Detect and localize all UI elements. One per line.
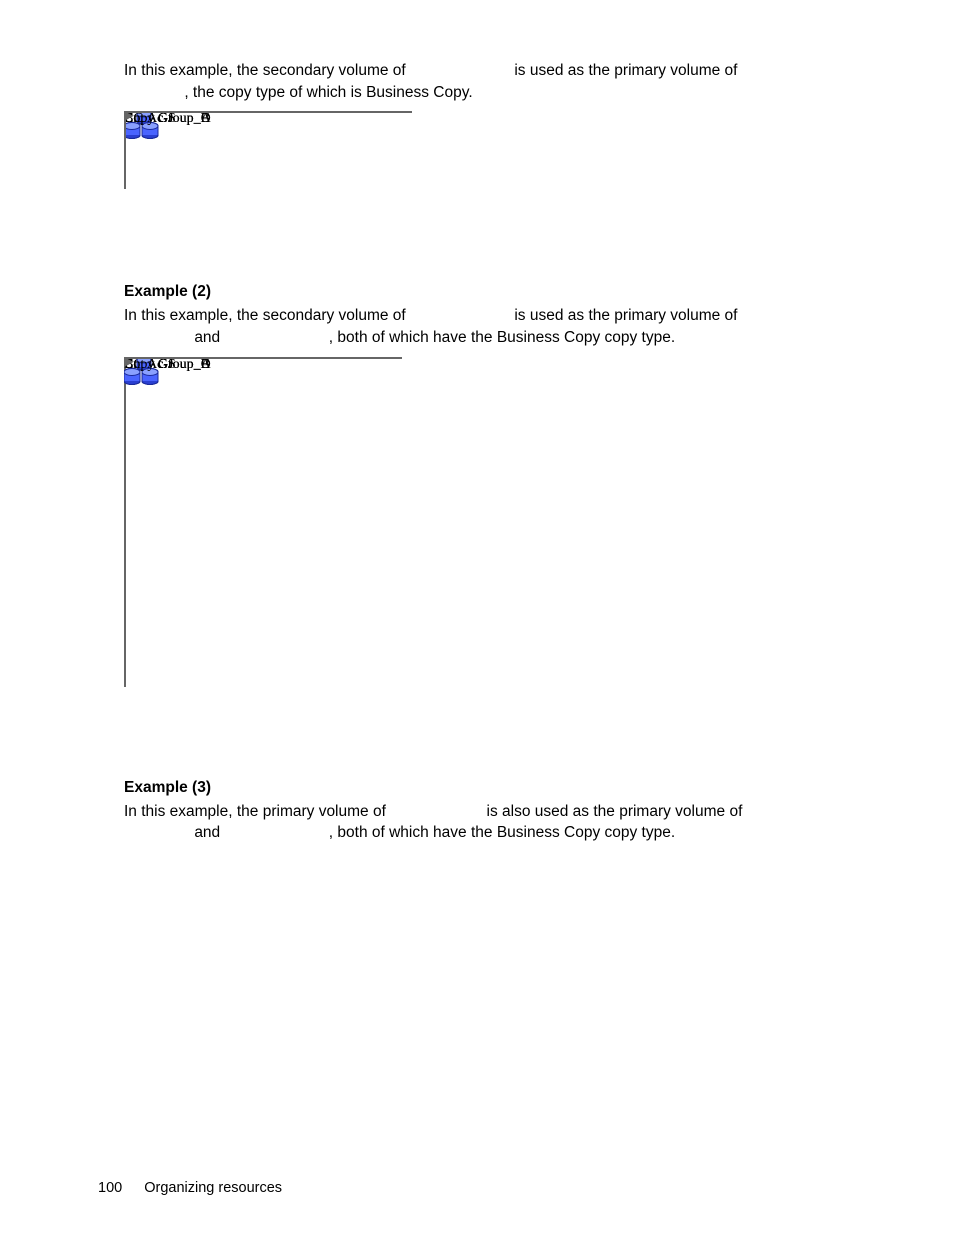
arrow-line: [124, 111, 240, 113]
ex3-text-1b: is also used as the primary volume of: [487, 803, 743, 820]
example-3-para: In this example, the primary volume of i…: [82, 801, 872, 844]
diagram-1: Copy Group_A Copy Group_B Cnt Ac-S Cnt A…: [124, 111, 654, 261]
ex2-text-1a: In this example, the secondary volume of: [124, 307, 410, 324]
connector-line: [124, 357, 126, 361]
ex2-text-1b: is used as the primary volume of: [514, 307, 737, 324]
example-3-heading: Example (3): [82, 779, 872, 797]
diagram-2: Copy Group_A Copy Group_D Cnt Ac-S BC Co…: [124, 357, 654, 757]
connector-line: [124, 111, 126, 189]
example-2-heading: Example (2): [82, 283, 872, 301]
ex3-text-1a: In this example, the primary volume of: [124, 803, 390, 820]
intro-text-2: , the copy type of which is Business Cop…: [184, 84, 472, 101]
arrow-head-icon: [124, 111, 133, 121]
connector-line: [124, 357, 126, 587]
ex2-text-2b: , both of which have the Business Copy c…: [329, 329, 675, 346]
ex3-text-2a: and: [194, 824, 224, 841]
page-footer: 100 Organizing resources: [98, 1180, 282, 1196]
ex2-text-2a: and: [194, 329, 224, 346]
page-number: 100: [98, 1180, 122, 1196]
chapter-title: Organizing resources: [144, 1180, 282, 1196]
intro-text-1a: In this example, the secondary volume of: [124, 62, 410, 79]
connector-line: [124, 357, 402, 359]
intro-para: In this example, the secondary volume of…: [82, 60, 872, 103]
example-2-para: In this example, the secondary volume of…: [82, 305, 872, 348]
intro-text-1b: is used as the primary volume of: [514, 62, 737, 79]
ex3-text-2b: , both of which have the Business Copy c…: [329, 824, 675, 841]
